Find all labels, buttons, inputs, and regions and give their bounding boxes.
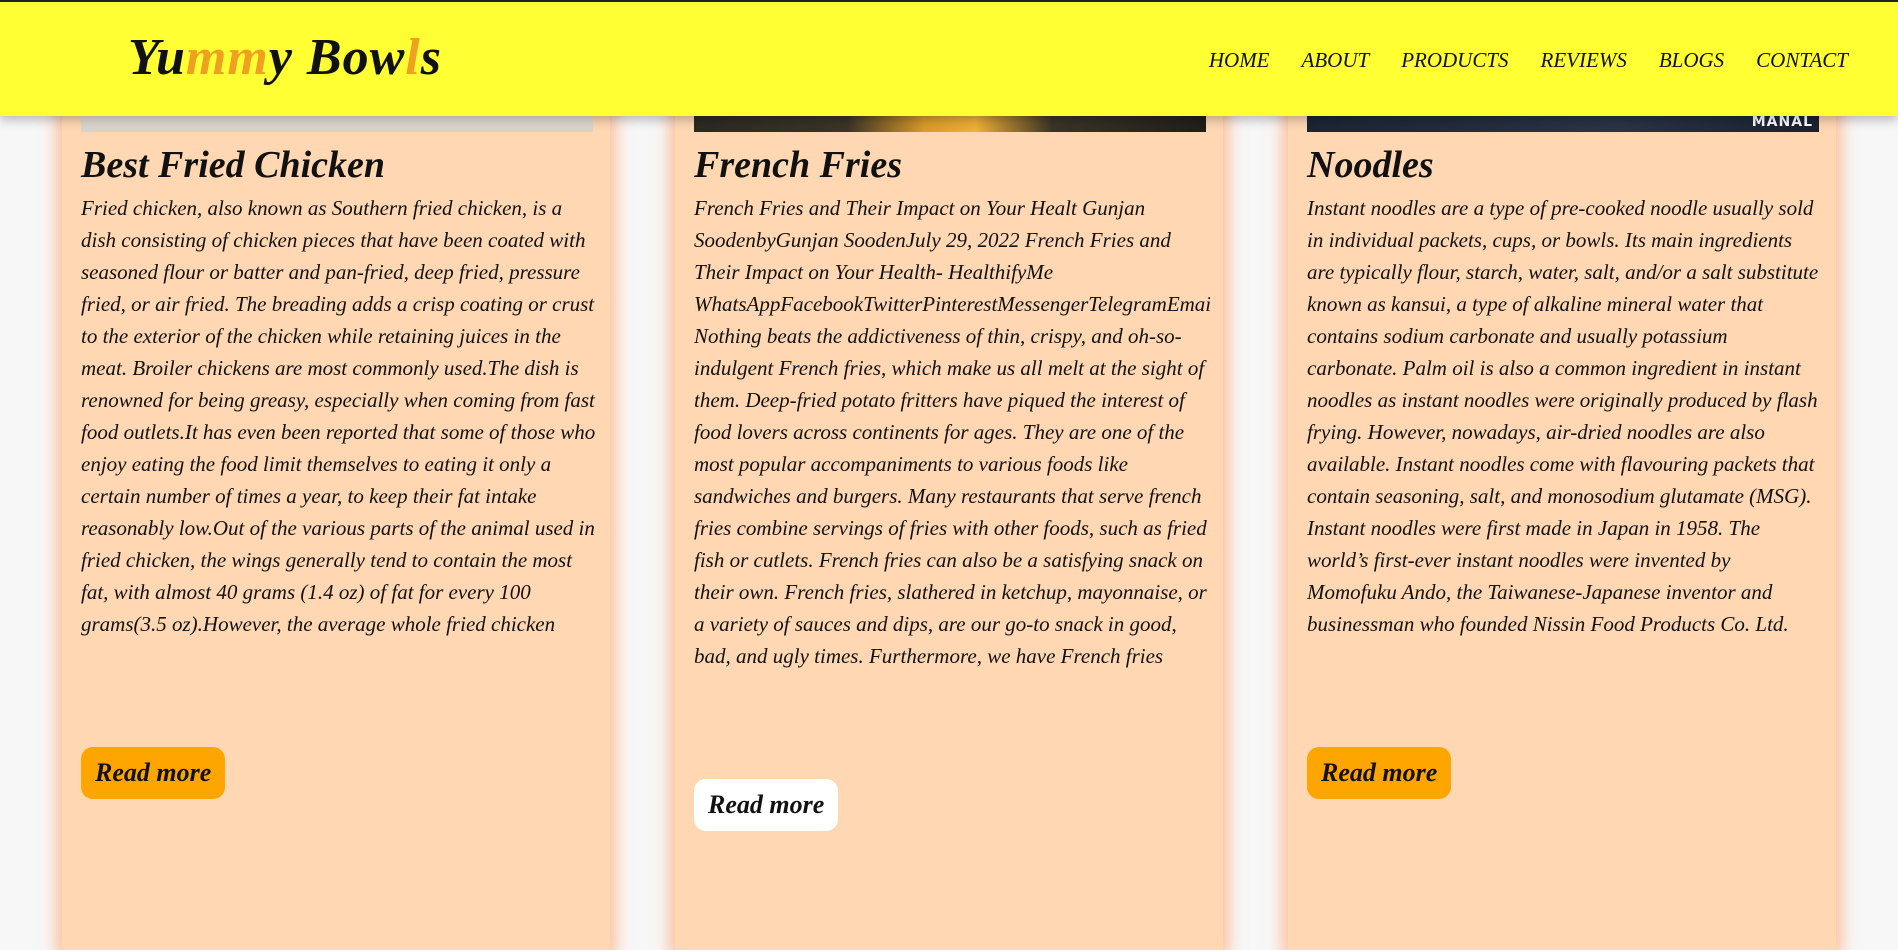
read-more-button[interactable]: Read more [694,779,839,831]
card-noodles: MANAL Noodles Instant noodles are a type… [1288,80,1836,950]
card-fried-chicken: Best Fried Chicken Fried chicken, also k… [62,80,610,950]
card-title: French Fries [694,144,902,186]
card-title: Noodles [1307,144,1434,186]
read-more-button[interactable]: Read more [81,747,226,799]
nav-reviews[interactable]: REVIEWS [1541,46,1627,74]
nav-blogs[interactable]: BLOGS [1659,46,1724,74]
card-description: Instant noodles are a type of pre-cooked… [1307,196,1819,636]
nav-about[interactable]: ABOUT [1302,46,1370,74]
logo[interactable]: Yummy Bowls [128,28,442,88]
nav-home[interactable]: HOME [1209,46,1270,74]
card-french-fries: French Fries French Fries and Their Impa… [675,80,1223,950]
cards-container: Best Fried Chicken Fried chicken, also k… [0,0,1898,950]
nav-products[interactable]: PRODUCTS [1401,46,1508,74]
nav-menu: HOME ABOUT PRODUCTS REVIEWS BLOGS CONTAC… [1177,46,1848,74]
card-description: Fried chicken, also known as Southern fr… [81,196,596,636]
read-more-button[interactable]: Read more [1307,747,1452,799]
nav-contact[interactable]: CONTACT [1756,46,1848,74]
image-watermark: MANAL [1751,114,1813,130]
card-description: French Fries and Their Impact on Your He… [694,196,1210,668]
card-title: Best Fried Chicken [81,144,386,186]
navbar: Yummy Bowls HOME ABOUT PRODUCTS REVIEWS … [0,0,1898,116]
